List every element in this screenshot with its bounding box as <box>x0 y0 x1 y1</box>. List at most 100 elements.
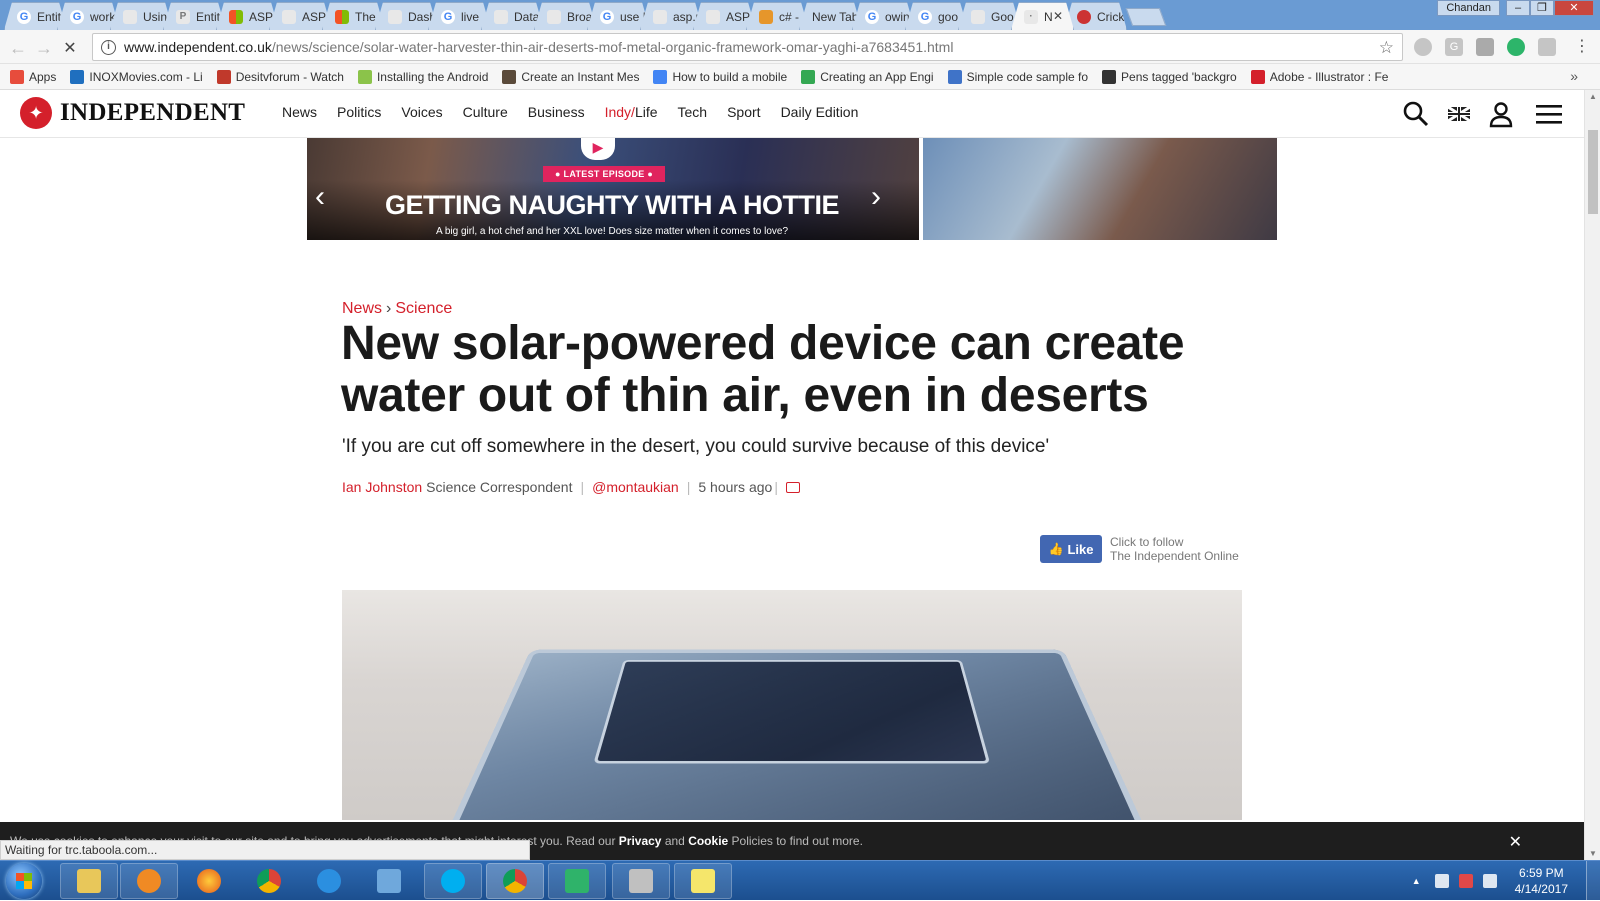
tab-close-icon[interactable]: ✕ <box>1053 9 1063 23</box>
nav-daily-edition[interactable]: Daily Edition <box>781 104 859 120</box>
bookmark-item[interactable]: INOXMovies.com - Li <box>70 69 203 84</box>
browser-tab[interactable]: Goo <box>958 2 1021 30</box>
ad-image-panel[interactable] <box>923 138 1277 240</box>
browser-tab[interactable]: G Entit <box>4 2 67 30</box>
profile-button[interactable]: Chandan <box>1437 0 1500 16</box>
privacy-link[interactable]: Privacy <box>619 834 662 848</box>
tray-expand-icon[interactable]: ▲ <box>1412 876 1421 886</box>
taskbar-visual-studio[interactable] <box>548 863 606 899</box>
nav-sport[interactable]: Sport <box>727 104 760 120</box>
stop-icon[interactable]: ✕ <box>60 38 80 58</box>
breadcrumb-news[interactable]: News <box>342 300 382 317</box>
author-name[interactable]: Ian Johnston <box>342 479 422 495</box>
maximize-button[interactable]: ❐ <box>1530 0 1554 16</box>
chrome-menu-icon[interactable]: ⋮ <box>1572 36 1592 56</box>
page-scrollbar[interactable]: ▲ ▼ <box>1584 90 1600 860</box>
browser-tab[interactable]: Dash <box>375 2 438 30</box>
bookmarks-overflow-icon[interactable]: » <box>1570 68 1578 84</box>
taskbar-media-player[interactable] <box>120 863 178 899</box>
video-ad-banner[interactable]: ▶ ● LATEST EPISODE ● GETTING NAUGHTY WIT… <box>307 138 1277 240</box>
nav-business[interactable]: Business <box>528 104 585 120</box>
extension-grammarly-icon[interactable] <box>1507 38 1525 56</box>
scroll-down-arrow-icon[interactable]: ▼ <box>1585 849 1600 858</box>
bookmark-item[interactable]: Create an Instant Mes <box>502 69 639 84</box>
bookmark-item[interactable]: Installing the Android <box>357 69 488 84</box>
taskbar-chrome-active[interactable] <box>486 863 544 899</box>
taskbar-skype[interactable] <box>424 863 482 899</box>
taskbar-explorer[interactable] <box>60 863 118 899</box>
comment-icon[interactable] <box>785 481 800 493</box>
uk-flag-icon[interactable] <box>1445 100 1473 128</box>
site-info-icon[interactable]: i <box>101 39 116 55</box>
bookmark-item[interactable]: Creating an App Engi <box>801 69 934 84</box>
independent-logo[interactable]: ✦ INDEPENDENT <box>20 97 245 129</box>
nav-indy-life[interactable]: Indy/Life <box>605 104 658 120</box>
browser-tab[interactable]: asp.r <box>640 2 703 30</box>
bookmark-item[interactable]: Simple code sample fo <box>947 69 1088 84</box>
back-button[interactable]: ← <box>8 38 28 59</box>
taskbar-ie[interactable] <box>300 863 358 899</box>
browser-tab[interactable]: Using <box>110 2 173 30</box>
new-tab-button[interactable] <box>1125 8 1167 26</box>
close-window-button[interactable]: ✕ <box>1554 0 1594 16</box>
nav-politics[interactable]: Politics <box>337 104 381 120</box>
nav-voices[interactable]: Voices <box>401 104 442 120</box>
browser-tab[interactable]: · N ✕ <box>1011 2 1074 30</box>
extension-globe-icon[interactable] <box>1414 38 1432 56</box>
cookie-policy-link[interactable]: Cookie <box>688 834 728 848</box>
start-button[interactable] <box>6 863 42 899</box>
minimize-button[interactable]: – <box>1506 0 1530 16</box>
search-icon[interactable] <box>1402 100 1430 128</box>
nav-culture[interactable]: Culture <box>463 104 508 120</box>
volume-icon[interactable] <box>1482 874 1497 888</box>
taskbar-chrome[interactable] <box>240 863 298 899</box>
browser-tab[interactable]: c# - <box>746 2 809 30</box>
scroll-up-arrow-icon[interactable]: ▲ <box>1585 92 1600 101</box>
ad-video-panel[interactable]: ▶ ● LATEST EPISODE ● GETTING NAUGHTY WIT… <box>307 138 919 240</box>
taskbar-network[interactable] <box>360 863 418 899</box>
nav-news[interactable]: News <box>282 104 317 120</box>
browser-tab[interactable]: ASP. <box>269 2 332 30</box>
breadcrumb-science[interactable]: Science <box>395 300 452 317</box>
browser-tab[interactable]: New Tab <box>799 2 862 30</box>
browser-tab[interactable]: Crick <box>1064 2 1127 30</box>
extension-camera-icon[interactable] <box>1476 38 1494 56</box>
play-icon[interactable]: ▶ <box>581 138 615 160</box>
nav-tech[interactable]: Tech <box>678 104 708 120</box>
extension-g-icon[interactable]: G <box>1445 38 1463 56</box>
browser-tab[interactable]: Data <box>481 2 544 30</box>
taskbar-sticky-notes[interactable] <box>674 863 732 899</box>
bookmark-item[interactable]: Pens tagged 'backgro <box>1102 69 1237 84</box>
bookmark-item[interactable]: How to build a mobile <box>653 69 787 84</box>
browser-tab[interactable]: ASP.I <box>216 2 279 30</box>
author-twitter-handle[interactable]: @montaukian <box>592 479 679 495</box>
browser-tab[interactable]: ASP. <box>693 2 756 30</box>
clock[interactable]: 6:59 PM 4/14/2017 <box>1515 865 1568 897</box>
chevron-right-icon[interactable]: › <box>871 182 881 212</box>
taskbar-snipping-tool[interactable] <box>612 863 670 899</box>
extension-puzzle-icon[interactable] <box>1538 38 1556 56</box>
address-bar[interactable]: i www.independent.co.uk/news/science/sol… <box>92 33 1403 61</box>
browser-tab[interactable]: The <box>322 2 385 30</box>
taskbar-firefox[interactable] <box>180 863 238 899</box>
bookmark-item[interactable]: Desitvforum - Watch <box>216 69 344 84</box>
close-icon[interactable]: ✕ <box>1509 832 1522 852</box>
bookmark-star-icon[interactable]: ☆ <box>1379 38 1394 58</box>
browser-tab[interactable]: Ggoo <box>905 2 968 30</box>
bookmark-item[interactable]: Adobe - Illustrator : Fe <box>1250 69 1388 84</box>
show-desktop-button[interactable] <box>1586 861 1600 901</box>
browser-tab[interactable]: Broa <box>534 2 597 30</box>
forward-button[interactable]: → <box>34 38 54 59</box>
browser-tab[interactable]: Guse I <box>587 2 650 30</box>
hamburger-menu-icon[interactable] <box>1535 100 1563 128</box>
network-tray-icon[interactable] <box>1434 874 1449 888</box>
facebook-like-button[interactable]: 👍 Like <box>1040 535 1102 563</box>
bookmark-item[interactable]: Apps <box>10 69 56 84</box>
scroll-thumb[interactable] <box>1588 130 1598 214</box>
browser-tab[interactable]: Gwork <box>57 2 120 30</box>
browser-tab[interactable]: P Entit <box>163 2 226 30</box>
action-center-flag-icon[interactable] <box>1458 874 1473 888</box>
browser-tab[interactable]: Glive <box>428 2 491 30</box>
account-icon[interactable] <box>1487 100 1515 128</box>
browser-tab[interactable]: Gowin <box>852 2 915 30</box>
